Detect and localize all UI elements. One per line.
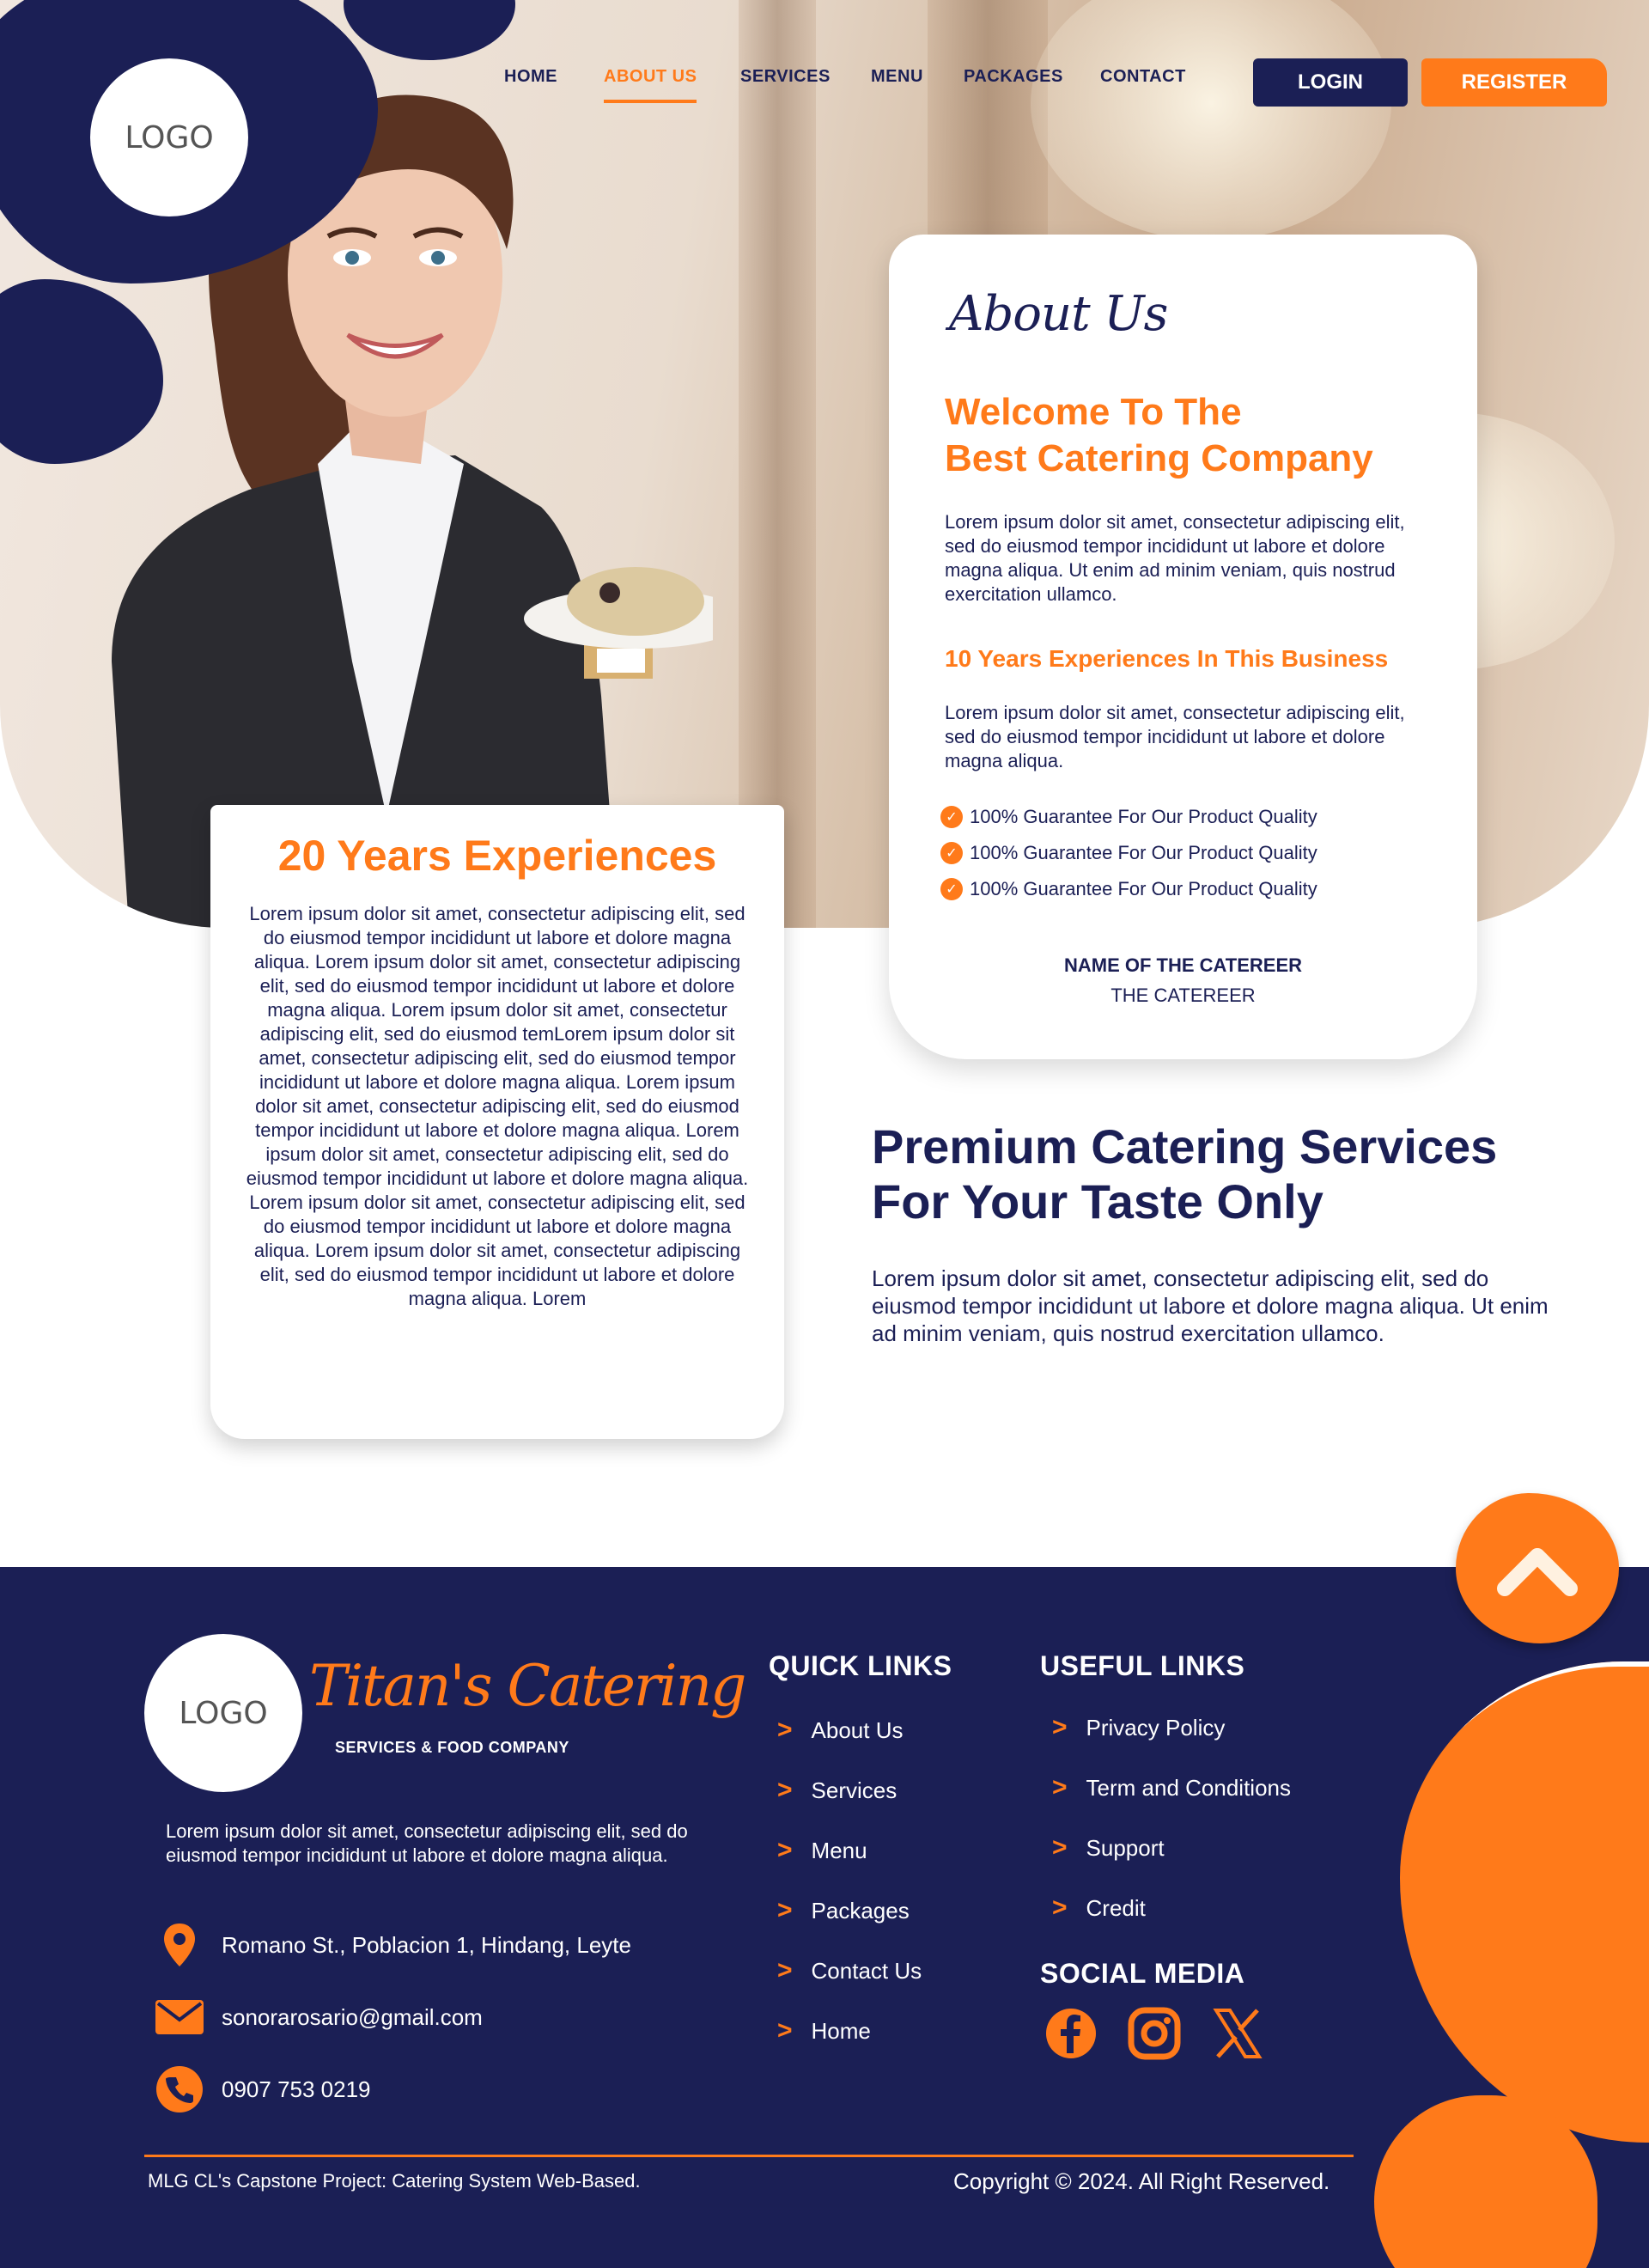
- caterer-role: THE CATEREER: [1110, 985, 1256, 1006]
- footer-description: Lorem ipsum dolor sit amet, consectetur …: [166, 1820, 688, 1866]
- x-icon[interactable]: [1211, 2007, 1264, 2060]
- guarantee-text: 100% Guarantee For Our Product Quality: [970, 806, 1317, 827]
- about-title: Welcome To The Best Catering Company: [945, 389, 1373, 482]
- link-label: Contact Us: [811, 1957, 922, 1984]
- footer-divider: [144, 2155, 1354, 2157]
- quick-link-menu[interactable]: > Menu: [777, 1836, 867, 1865]
- chevron-right-icon: >: [777, 1776, 793, 1804]
- useful-link-support[interactable]: > Support: [1052, 1833, 1165, 1863]
- social-media-title: SOCIAL MEDIA: [1040, 1958, 1245, 1989]
- useful-link-terms[interactable]: > Term and Conditions: [1052, 1773, 1291, 1802]
- premium-title-line2: For Your Taste Only: [872, 1174, 1323, 1228]
- guarantee-text: 100% Guarantee For Our Product Quality: [970, 842, 1317, 863]
- useful-link-privacy-policy[interactable]: > Privacy Policy: [1052, 1713, 1225, 1742]
- guarantee-item: ✓ 100% Guarantee For Our Product Quality: [940, 806, 1317, 828]
- chevron-right-icon: >: [1052, 1773, 1068, 1802]
- nav-packages[interactable]: PACKAGES: [964, 67, 1063, 87]
- nav-services[interactable]: SERVICES: [740, 67, 831, 87]
- caterer-name: NAME OF THE CATEREER: [1063, 954, 1303, 976]
- guarantee-item: ✓ 100% Guarantee For Our Product Quality: [940, 878, 1317, 900]
- link-label: Credit: [1086, 1894, 1146, 1921]
- premium-title: Premium Catering Services For Your Taste…: [872, 1119, 1610, 1229]
- useful-link-credit[interactable]: > Credit: [1052, 1893, 1146, 1923]
- check-icon: ✓: [940, 878, 963, 900]
- location-pin-icon: [155, 1923, 204, 1967]
- check-icon: ✓: [940, 806, 963, 828]
- about-title-line2: Best Catering Company: [945, 437, 1373, 479]
- link-label: Menu: [811, 1837, 867, 1863]
- about-card: About Us Welcome To The Best Catering Co…: [889, 235, 1477, 1059]
- phone-icon: [155, 2066, 204, 2113]
- address-row: Romano St., Poblacion 1, Hindang, Leyte: [155, 1923, 631, 1967]
- phone-row: 0907 753 0219: [155, 2066, 371, 2113]
- facebook-icon[interactable]: [1044, 2007, 1098, 2060]
- phone-text[interactable]: 0907 753 0219: [222, 2076, 371, 2103]
- experience-title: 20 Years Experiences: [277, 832, 717, 880]
- quick-link-services[interactable]: > Services: [777, 1776, 897, 1805]
- about-paragraph-1: Lorem ipsum dolor sit amet, consectetur …: [945, 511, 1405, 605]
- orange-blob-decoration: [1400, 1661, 1649, 2143]
- link-label: Privacy Policy: [1086, 1714, 1226, 1741]
- chevron-right-icon: >: [777, 1896, 793, 1924]
- chevron-right-icon: >: [777, 2016, 793, 2045]
- email-text[interactable]: sonorarosario@gmail.com: [222, 2004, 483, 2031]
- useful-links-title: USEFUL LINKS: [1040, 1650, 1245, 1681]
- chevron-right-icon: >: [1052, 1713, 1068, 1741]
- quick-link-packages[interactable]: > Packages: [777, 1896, 910, 1925]
- nav-contact[interactable]: CONTACT: [1100, 67, 1186, 87]
- mail-icon: [155, 1995, 204, 2039]
- check-icon: ✓: [940, 842, 963, 864]
- quick-link-home[interactable]: > Home: [777, 2016, 871, 2045]
- link-label: Packages: [811, 1897, 910, 1924]
- nav-home[interactable]: HOME: [504, 67, 557, 87]
- nav-menu[interactable]: MENU: [871, 67, 923, 87]
- quick-links-title: QUICK LINKS: [769, 1650, 952, 1681]
- nav-about-us[interactable]: ABOUT US: [604, 67, 697, 103]
- link-label: Support: [1086, 1834, 1165, 1861]
- chevron-right-icon: >: [777, 1956, 793, 1984]
- light-glow: [1031, 0, 1391, 241]
- brand-name: Titan's Catering: [309, 1653, 746, 1719]
- guarantee-text: 100% Guarantee For Our Product Quality: [970, 878, 1317, 899]
- premium-paragraph: Lorem ipsum dolor sit amet, consectetur …: [872, 1265, 1549, 1346]
- chevron-right-icon: >: [1052, 1833, 1068, 1862]
- copyright: Copyright © 2024. All Right Reserved.: [953, 2168, 1330, 2194]
- register-button[interactable]: REGISTER: [1421, 58, 1607, 107]
- curtain-decoration: [739, 0, 816, 928]
- link-label: Term and Conditions: [1086, 1774, 1291, 1801]
- email-row: sonorarosario@gmail.com: [155, 1995, 483, 2039]
- chevron-right-icon: >: [1052, 1893, 1068, 1922]
- footer-logo[interactable]: LOGO: [144, 1634, 302, 1792]
- address-text: Romano St., Poblacion 1, Hindang, Leyte: [222, 1931, 631, 1958]
- instagram-icon[interactable]: [1128, 2007, 1181, 2060]
- chevron-right-icon: >: [777, 1716, 793, 1744]
- about-subtitle: 10 Years Experiences In This Business: [945, 645, 1389, 672]
- guarantee-item: ✓ 100% Guarantee For Our Product Quality: [940, 842, 1317, 864]
- project-note: MLG CL's Capstone Project: Catering Syst…: [148, 2170, 641, 2192]
- chevron-up-icon: [1497, 1547, 1578, 1596]
- login-button[interactable]: LOGIN: [1253, 58, 1408, 107]
- chevron-right-icon: >: [777, 1836, 793, 1864]
- about-title-line1: Welcome To The: [945, 391, 1242, 433]
- experience-card: 20 Years Experiences Lorem ipsum dolor s…: [210, 805, 784, 1439]
- experience-body: Lorem ipsum dolor sit amet, consectetur …: [246, 903, 749, 1309]
- quick-link-about-us[interactable]: > About Us: [777, 1716, 903, 1745]
- link-label: About Us: [811, 1716, 904, 1743]
- link-label: Home: [811, 2017, 871, 2044]
- about-script-title: About Us: [949, 286, 1168, 342]
- scroll-to-top-button[interactable]: [1456, 1493, 1619, 1643]
- about-paragraph-2: Lorem ipsum dolor sit amet, consectetur …: [945, 702, 1405, 771]
- brand-subtitle: SERVICES & FOOD COMPANY: [335, 1739, 569, 1756]
- link-label: Services: [811, 1777, 898, 1803]
- quick-link-contact-us[interactable]: > Contact Us: [777, 1956, 922, 1985]
- premium-title-line1: Premium Catering Services: [872, 1119, 1498, 1174]
- navy-blob-decoration: [344, 0, 515, 60]
